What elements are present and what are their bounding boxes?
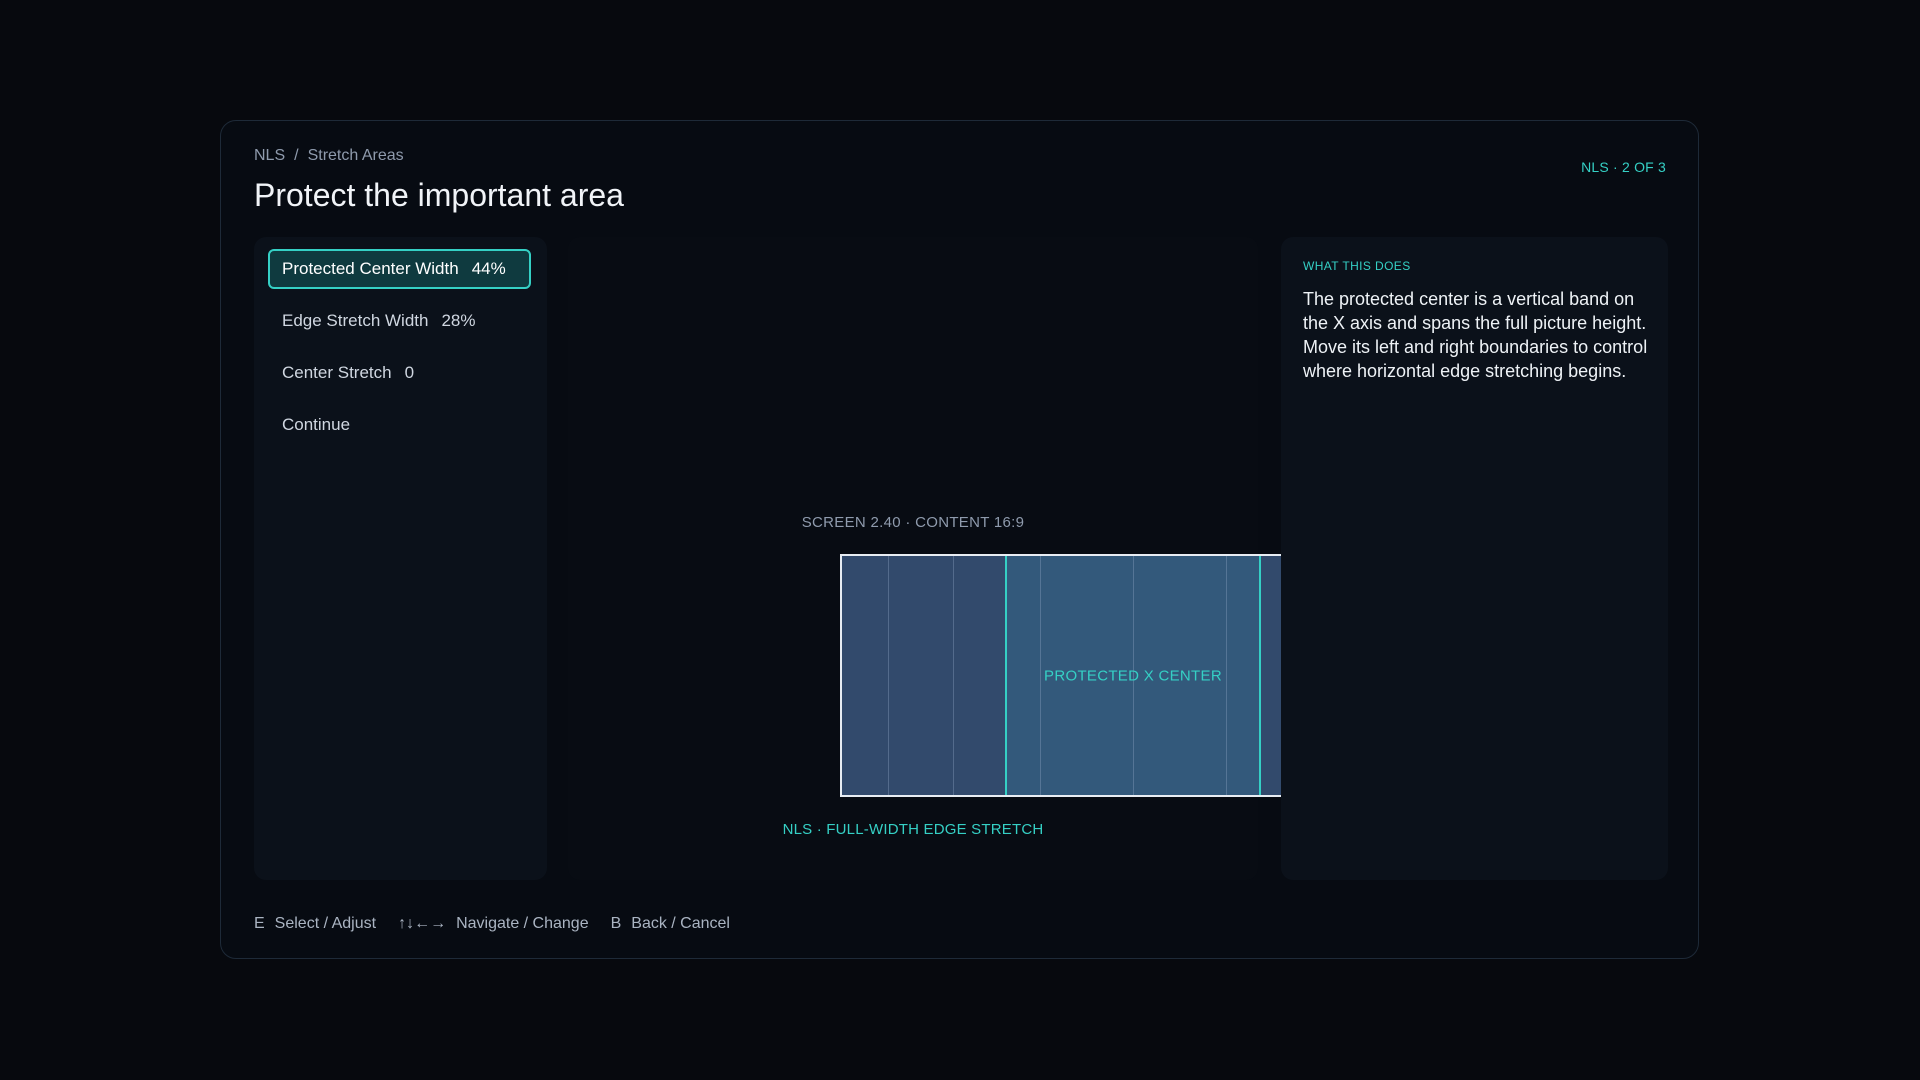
menu-item-protected-center-width[interactable]: Protected Center Width 44% bbox=[268, 249, 531, 289]
stretch-mode-label: NLS · FULL-WIDTH EDGE STRETCH bbox=[782, 821, 1044, 838]
menu-item-label: Center Stretch bbox=[282, 363, 392, 382]
screen-content-label: SCREEN 2.40 · CONTENT 16:9 bbox=[801, 514, 1025, 531]
breadcrumb-separator: / bbox=[294, 147, 299, 164]
hint-label: Back / Cancel bbox=[631, 915, 730, 932]
hint-select: E Select / Adjust bbox=[254, 915, 376, 933]
preview-gridline bbox=[953, 556, 954, 795]
menu-item-edge-stretch-width[interactable]: Edge Stretch Width 28% bbox=[268, 301, 531, 341]
menu-item-center-stretch[interactable]: Center Stretch 0 bbox=[268, 353, 531, 393]
hint-back: B Back / Cancel bbox=[611, 915, 730, 933]
menu-item-value: 44% bbox=[471, 259, 506, 278]
page-title: Protect the important area bbox=[254, 177, 624, 213]
hint-label: Navigate / Change bbox=[456, 915, 589, 932]
nls-settings-window: NLS / Stretch Areas NLS · 2 OF 3 Protect t… bbox=[220, 120, 1699, 959]
menu-item-value: 0 bbox=[404, 363, 415, 382]
hint-key: B bbox=[610, 915, 622, 932]
hint-key: ↑↓←→ bbox=[398, 915, 447, 932]
info-panel: WHAT THIS DOES The protected center is a… bbox=[1281, 237, 1668, 880]
protected-center-label: PROTECTED X CENTER bbox=[1044, 667, 1222, 684]
hint-key: E bbox=[254, 915, 265, 932]
menu-item-label: Edge Stretch Width bbox=[282, 311, 429, 330]
preview-stage: SCREEN 2.40 · CONTENT 16:9 PROTECTED X C… bbox=[568, 237, 1426, 880]
preview-gridline bbox=[1226, 556, 1227, 795]
control-hints: E Select / Adjust ↑↓←→ Navigate / Change B… bbox=[254, 915, 730, 933]
info-description: The protected center is a vertical band … bbox=[1303, 289, 1648, 381]
menu-item-label: Protected Center Width bbox=[282, 259, 459, 278]
menu-item-label: Continue bbox=[282, 415, 351, 434]
info-heading: WHAT THIS DOES bbox=[1303, 259, 1411, 273]
preview-gridline bbox=[1040, 556, 1041, 795]
hint-navigate: ↑↓←→ Navigate / Change bbox=[398, 915, 589, 933]
settings-menu: Protected Center Width 44% Edge Stretch … bbox=[254, 237, 547, 880]
breadcrumb-item-nls[interactable]: NLS bbox=[254, 147, 285, 164]
breadcrumb-item-stretch-areas: Stretch Areas bbox=[307, 147, 404, 164]
hint-label: Select / Adjust bbox=[274, 915, 377, 932]
breadcrumb: NLS / Stretch Areas bbox=[254, 147, 404, 165]
preview-gridline bbox=[888, 556, 889, 795]
menu-item-continue[interactable]: Continue bbox=[268, 405, 531, 445]
menu-item-value: 28% bbox=[441, 311, 476, 330]
step-indicator: NLS · 2 OF 3 bbox=[1581, 159, 1666, 175]
